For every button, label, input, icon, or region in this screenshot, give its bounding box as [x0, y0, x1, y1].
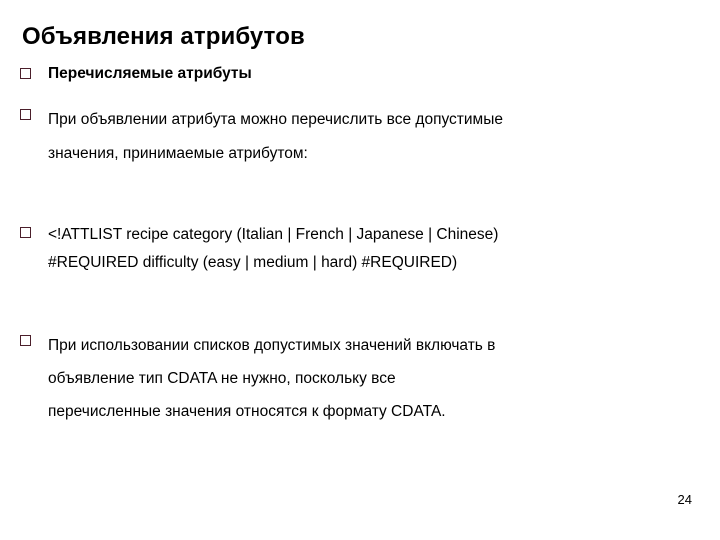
list-item: Перечисляемые атрибуты [0, 62, 720, 86]
bullet-list: Перечисляемые атрибуты При объявлении ат… [0, 62, 720, 428]
hollow-square-bullet-icon [20, 227, 31, 238]
list-item-code-text: <!ATTLIST recipe category (Italian | Fre… [48, 226, 499, 271]
page-number: 24 [677, 492, 692, 507]
list-item-text: Перечисляемые атрибуты [48, 65, 252, 82]
list-item: <!ATTLIST recipe category (Italian | Fre… [0, 221, 720, 277]
list-item-text: При объявлении атрибута можно перечислит… [48, 111, 503, 162]
hollow-square-bullet-icon [20, 335, 31, 346]
presentation-slide: Объявления атрибутов Перечисляемые атриб… [0, 0, 720, 540]
list-item: При объявлении атрибута можно перечислит… [0, 103, 720, 171]
hollow-square-bullet-icon [20, 68, 31, 79]
slide-title: Объявления атрибутов [22, 23, 305, 50]
list-item-text: При использовании списков допустимых зна… [48, 337, 496, 420]
list-item: При использовании списков допустимых зна… [0, 329, 720, 428]
hollow-square-bullet-icon [20, 109, 31, 120]
